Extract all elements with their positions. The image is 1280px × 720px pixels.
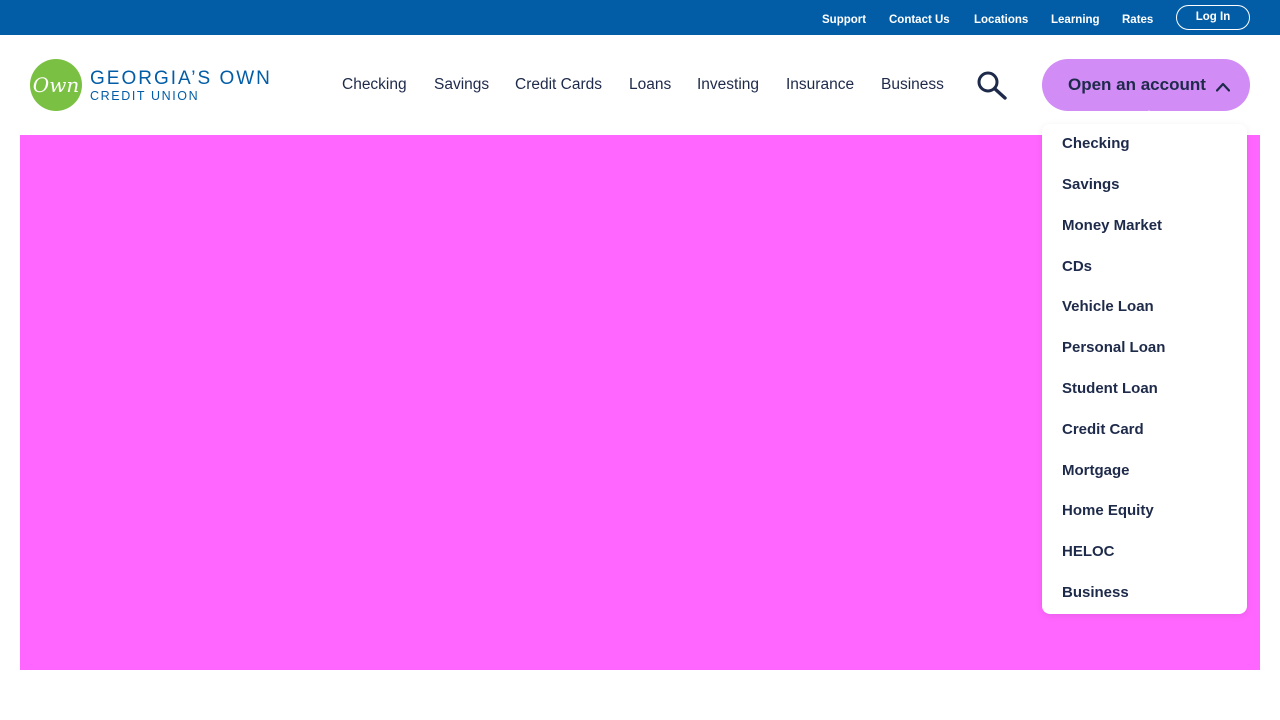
utility-link-learning[interactable]: Learning (1051, 13, 1100, 27)
nav-loans[interactable]: Loans (629, 76, 671, 94)
main-header: Own GEORGIA’S OWN CREDIT UNION Checking … (0, 35, 1280, 135)
dropdown-item-savings[interactable]: Savings (1062, 176, 1120, 194)
open-account-dropdown: Checking Savings Money Market CDs Vehicl… (1042, 124, 1247, 614)
dropdown-item-student-loan[interactable]: Student Loan (1062, 380, 1158, 398)
dropdown-item-business[interactable]: Business (1062, 584, 1129, 602)
nav-investing[interactable]: Investing (697, 76, 759, 94)
nav-savings[interactable]: Savings (434, 76, 489, 94)
nav-checking[interactable]: Checking (342, 76, 407, 94)
dropdown-item-mortgage[interactable]: Mortgage (1062, 462, 1130, 480)
nav-credit-cards[interactable]: Credit Cards (515, 76, 602, 94)
dropdown-item-cds[interactable]: CDs (1062, 258, 1092, 276)
utility-bar: Support Contact Us Locations Learning Ra… (0, 0, 1280, 35)
open-an-account-button[interactable]: Open an account (1042, 59, 1250, 111)
nav-business[interactable]: Business (881, 76, 944, 94)
dropdown-item-home-equity[interactable]: Home Equity (1062, 502, 1154, 520)
utility-link-locations[interactable]: Locations (974, 13, 1028, 27)
logo-mark: Own (30, 59, 82, 111)
dropdown-item-checking[interactable]: Checking (1062, 135, 1130, 153)
utility-link-rates[interactable]: Rates (1122, 13, 1153, 27)
utility-link-support[interactable]: Support (822, 13, 866, 27)
chevron-up-icon (1215, 79, 1231, 92)
georgias-own-logo[interactable]: Own GEORGIA’S OWN CREDIT UNION (30, 59, 275, 111)
dropdown-item-personal-loan[interactable]: Personal Loan (1062, 339, 1165, 357)
dropdown-item-money-market[interactable]: Money Market (1062, 217, 1162, 235)
nav-insurance[interactable]: Insurance (786, 76, 854, 94)
dropdown-item-credit-card[interactable]: Credit Card (1062, 421, 1144, 439)
search-icon[interactable] (975, 70, 1009, 100)
logo-subtitle: CREDIT UNION (90, 89, 200, 103)
utility-link-contact-us[interactable]: Contact Us (889, 13, 950, 27)
open-an-account-label: Open an account (1068, 75, 1206, 94)
dropdown-item-heloc[interactable]: HELOC (1062, 543, 1115, 561)
log-in-button[interactable]: Log In (1176, 5, 1250, 30)
dropdown-item-vehicle-loan[interactable]: Vehicle Loan (1062, 298, 1154, 316)
logo-name: GEORGIA’S OWN (90, 68, 272, 89)
